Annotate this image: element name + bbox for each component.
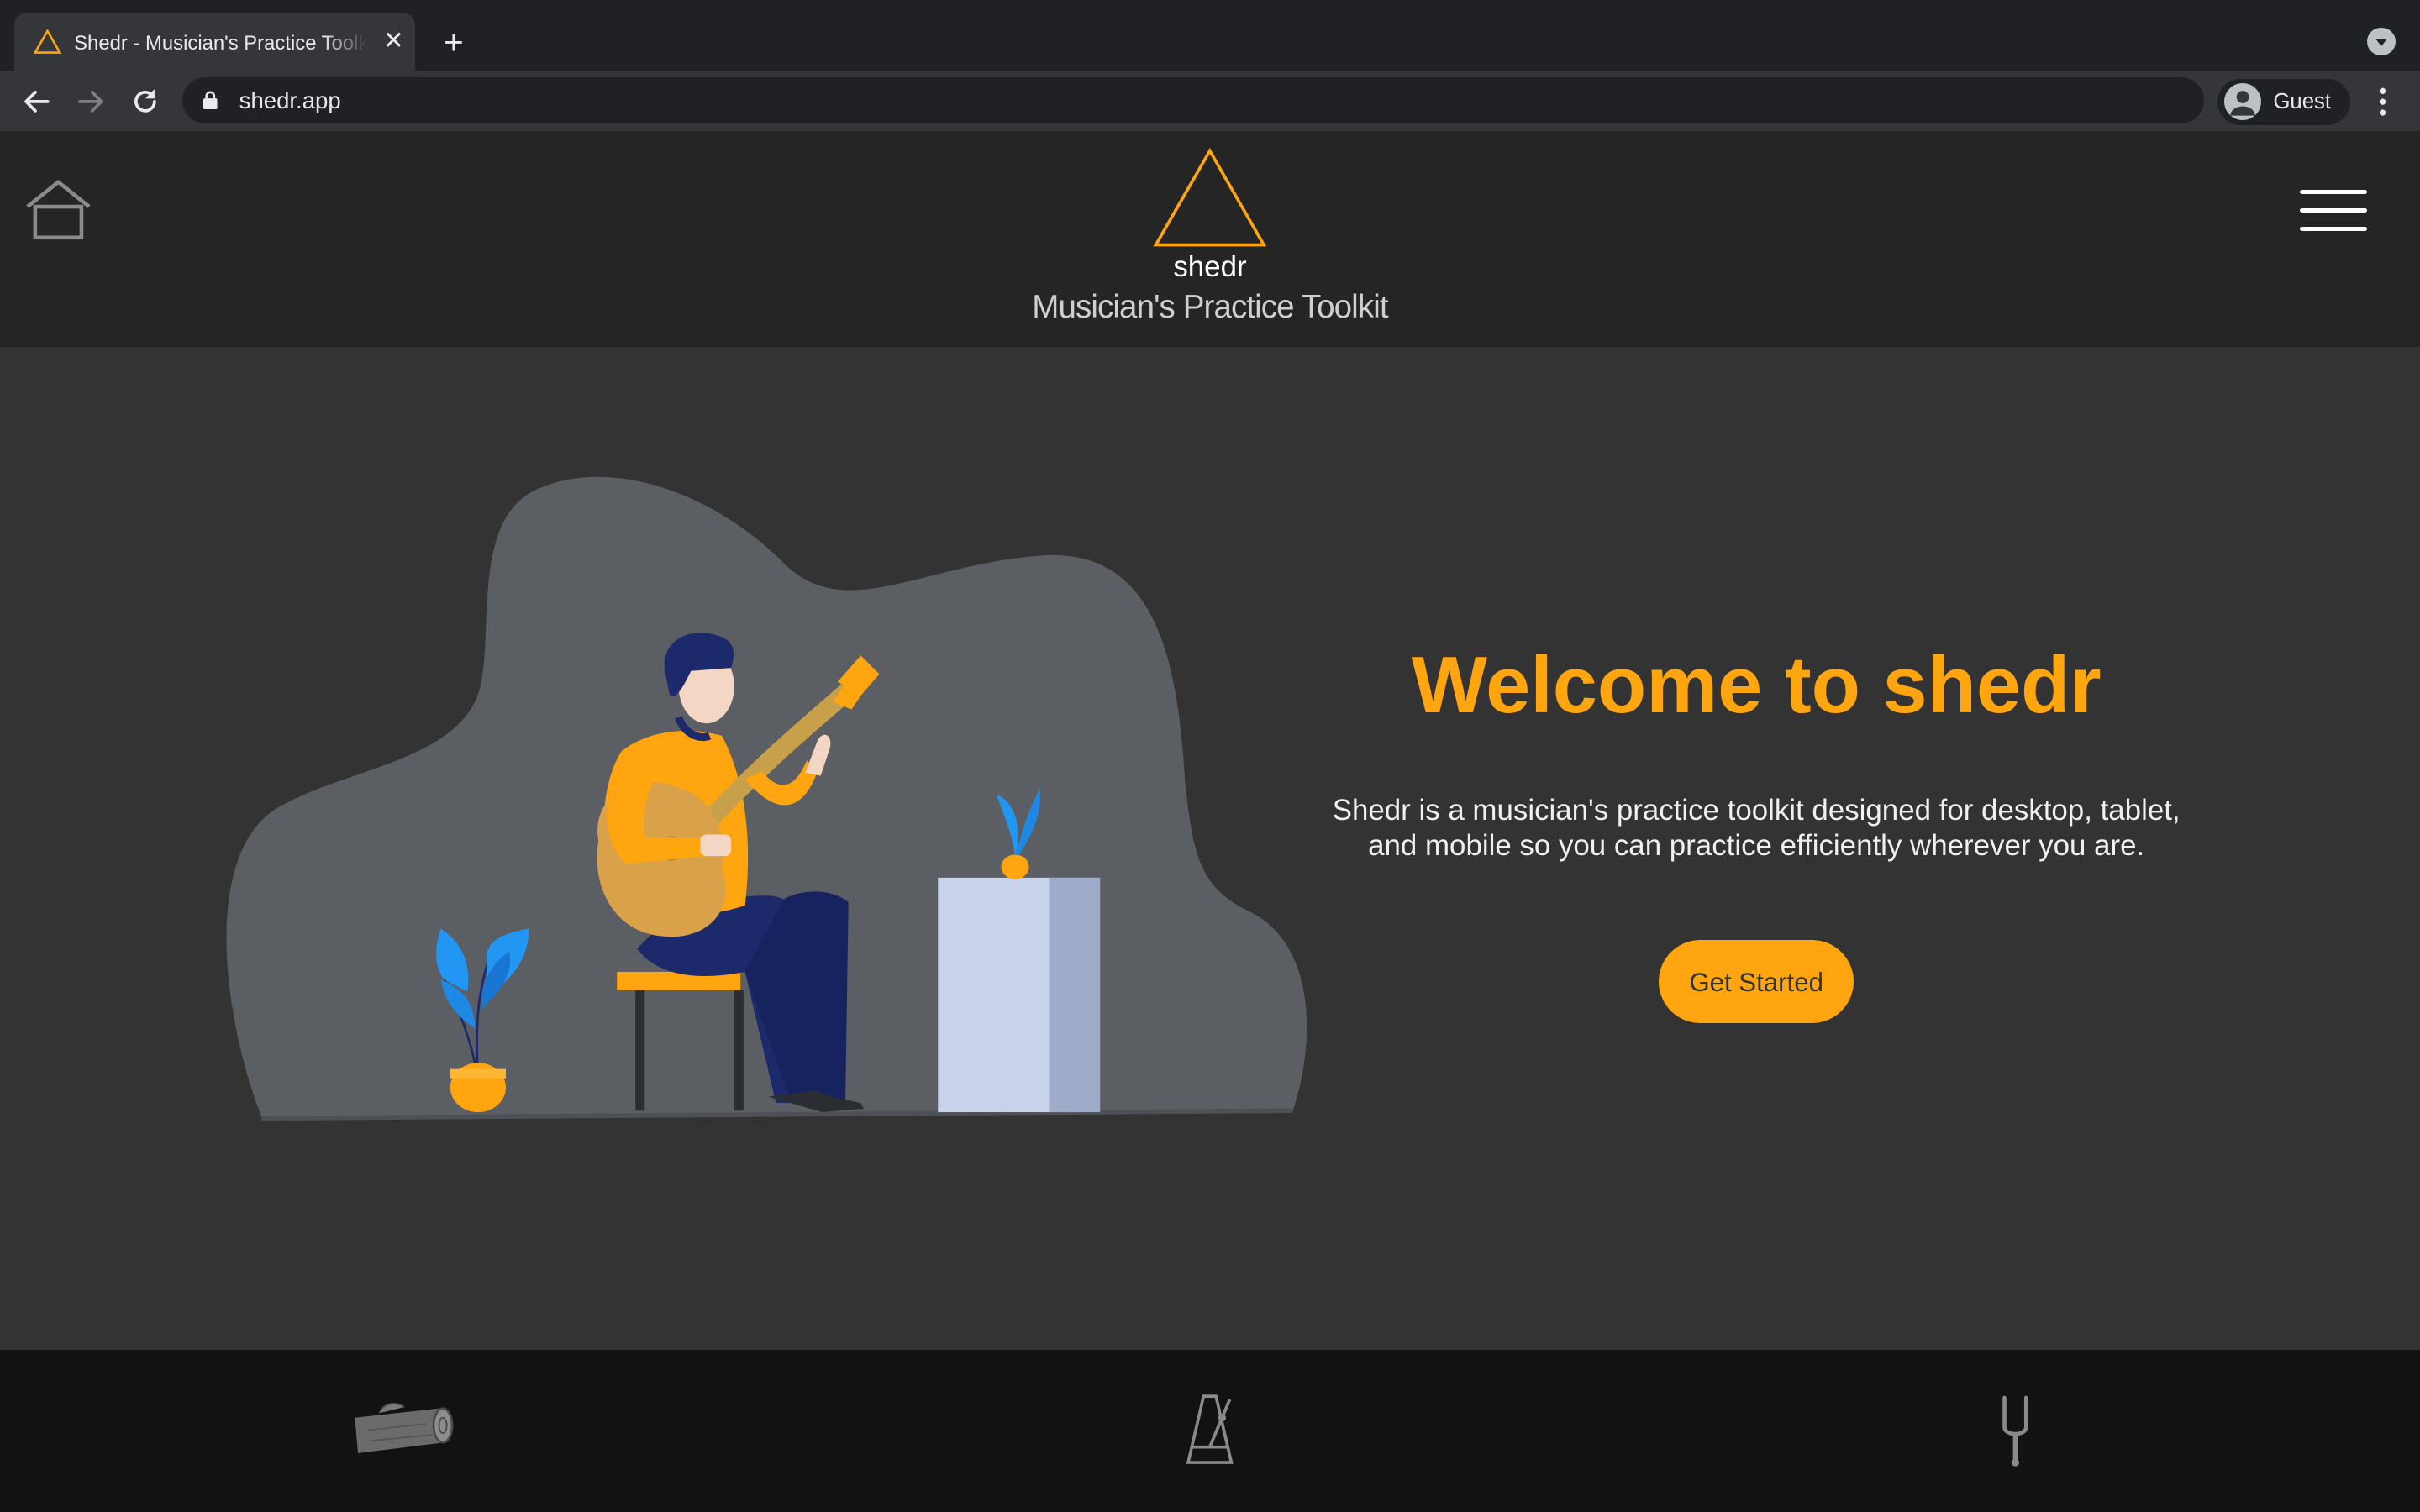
bottom-nav — [0, 1350, 2420, 1512]
profile-label: Guest — [2273, 89, 2332, 113]
url-text: shedr.app — [239, 87, 341, 113]
wood-log-icon[interactable] — [349, 1350, 457, 1512]
avatar-icon — [2223, 83, 2261, 121]
browser-toolbar: shedr.app Guest — [0, 71, 2420, 132]
metronome-icon[interactable] — [1179, 1350, 1240, 1512]
shedr-logo-icon[interactable] — [1151, 146, 1269, 251]
guitarist-illustration — [226, 476, 1307, 1121]
brand-name: shedr — [1173, 249, 1247, 283]
kebab-menu-icon[interactable] — [2369, 85, 2396, 118]
site-header: shedr Musician's Practice Toolkit — [0, 131, 2420, 348]
new-tab-button[interactable]: + — [435, 24, 472, 60]
tab-search-icon[interactable] — [2367, 28, 2396, 56]
forward-arrow-icon[interactable] — [71, 81, 111, 122]
profile-button[interactable]: Guest — [2217, 78, 2351, 125]
tab-close-icon[interactable]: ✕ — [378, 26, 409, 57]
browser-tab[interactable]: Shedr - Musician's Practice Toolkit ✕ — [13, 12, 416, 71]
hero-description: Shedr is a musician's practice toolkit d… — [1332, 794, 2181, 863]
home-icon[interactable] — [24, 179, 92, 240]
brand-tagline: Musician's Practice Toolkit — [1032, 288, 1388, 325]
reload-icon[interactable] — [125, 81, 166, 122]
get-started-button[interactable]: Get Started — [1659, 939, 1854, 1023]
back-arrow-icon[interactable] — [17, 81, 57, 122]
browser-tab-bar: Shedr - Musician's Practice Toolkit ✕ + — [0, 0, 2420, 71]
address-bar[interactable]: shedr.app — [182, 76, 2204, 123]
hamburger-menu-icon[interactable] — [2299, 189, 2368, 233]
hero-title: Welcome to shedr — [1411, 641, 2102, 731]
shedr-triangle-icon — [34, 29, 62, 54]
tab-title: Shedr - Musician's Practice Toolkit — [74, 31, 368, 55]
hero-section: Welcome to shedr Shedr is a musician's p… — [0, 347, 2420, 1351]
lock-icon — [203, 91, 218, 110]
tuning-fork-icon[interactable] — [1991, 1350, 2040, 1512]
